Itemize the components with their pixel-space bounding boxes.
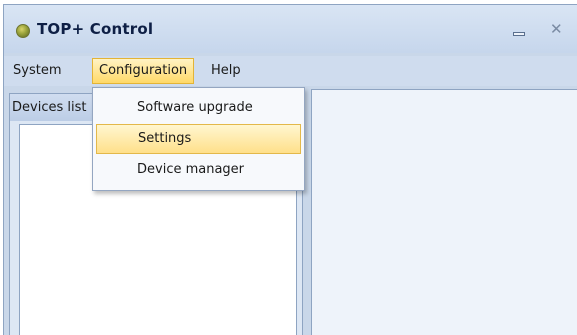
menu-configuration[interactable]: Configuration <box>92 58 195 84</box>
window-title: TOP+ Control <box>37 20 154 38</box>
app-circle-icon <box>16 24 30 38</box>
menu-help[interactable]: Help <box>205 58 247 84</box>
menu-bar: System Configuration Help <box>4 56 577 86</box>
minimize-icon <box>513 32 525 36</box>
close-icon: ✕ <box>550 20 563 38</box>
configuration-dropdown: Software upgrade Settings Device manager <box>92 87 305 191</box>
title-bar[interactable]: TOP+ Control ✕ <box>4 5 577 53</box>
content-panel <box>311 89 577 335</box>
minimize-button[interactable] <box>509 19 531 39</box>
app-window: TOP+ Control ✕ System Configuration Help… <box>3 4 577 335</box>
menu-item-software-upgrade[interactable]: Software upgrade <box>96 93 301 123</box>
menu-system[interactable]: System <box>7 58 67 84</box>
close-button[interactable]: ✕ <box>548 19 570 39</box>
menu-item-device-manager[interactable]: Device manager <box>96 155 301 185</box>
menu-item-settings[interactable]: Settings <box>96 124 301 154</box>
